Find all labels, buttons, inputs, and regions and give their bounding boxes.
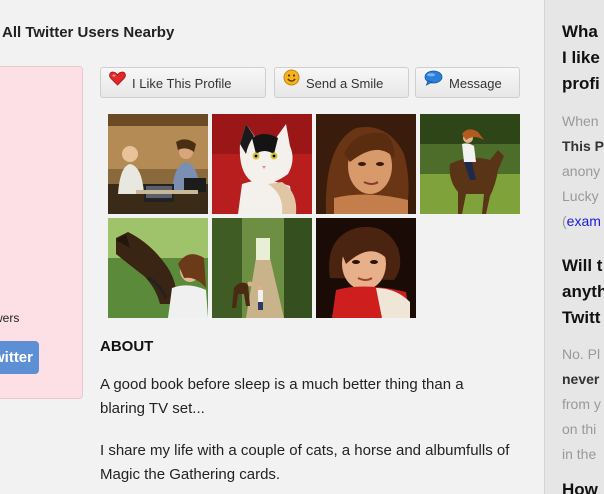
faq-answer-1-line-4: Lucky	[562, 188, 599, 204]
message-label: Message	[449, 76, 502, 92]
faq-question-2-line-2: anyth	[562, 282, 604, 301]
photo-people-at-laptops[interactable]	[108, 114, 208, 214]
faq-sidebar: Wha I like profi When This P anony Lucky…	[544, 0, 604, 494]
faq-question-2-line-1: Will t	[562, 256, 603, 275]
faq-answer-2-line-4: on thi	[562, 421, 597, 437]
about-heading: ABOUT	[100, 338, 154, 355]
about-paragraph-2-line-2: Magic the Gathering cards.	[100, 466, 281, 483]
faq-question-1-line-2: I like	[562, 48, 600, 67]
faq-answer-1-line-1: When	[562, 113, 599, 129]
send-smile-button[interactable]: Send a Smile	[274, 67, 409, 98]
faq-answer-2-line-2: never	[562, 366, 599, 392]
photo-horse-rider[interactable]	[420, 114, 520, 214]
like-profile-button[interactable]: I Like This Profile	[100, 67, 266, 98]
photo-cat[interactable]	[212, 114, 312, 214]
faq-question-1-line-3: profi	[562, 74, 600, 93]
message-button[interactable]: Message	[415, 67, 520, 98]
faq-answer-2-line-5: in the	[562, 446, 597, 462]
faq-answer-1-line-3: anony	[562, 163, 601, 179]
smiley-icon	[283, 67, 300, 96]
photo-woman-portrait[interactable]	[316, 114, 416, 214]
photo-forest-path-horse[interactable]	[212, 218, 312, 318]
faq-question-1-line-1: Wha	[562, 22, 598, 41]
faq-answer-2-bold: never	[562, 371, 600, 387]
faq-answer-2-line-1: No. Pl	[562, 346, 601, 362]
photo-woman-red-scarf[interactable]	[316, 218, 416, 318]
like-profile-label: I Like This Profile	[132, 76, 232, 92]
about-paragraph-2-line-1: I share my life with a couple of cats, a…	[100, 442, 510, 459]
faq-question-3-line-1: How	[562, 480, 598, 494]
faq-answer-1-line-5: (exam	[562, 208, 601, 234]
faq-answer-1-line-2: This P	[562, 133, 604, 159]
faq-example-link[interactable]: exam	[567, 213, 601, 229]
speech-bubble-icon	[424, 67, 443, 96]
nearby-users-heading: All Twitter Users Nearby	[2, 24, 175, 41]
photo-woman-with-horse[interactable]	[108, 218, 208, 318]
faq-answer-2-line-3: from y	[562, 396, 601, 412]
about-paragraph-1-line-2: blaring TV set...	[100, 400, 205, 417]
heart-icon	[109, 67, 126, 96]
faq-question-2-line-3: Twitt	[562, 308, 601, 327]
faq-answer-1-bold: This P	[562, 138, 604, 154]
followers-count: wers	[0, 311, 20, 325]
follow-on-twitter-button[interactable]: witter	[0, 341, 39, 374]
about-paragraph-1-line-1: A good book before sleep is a much bette…	[100, 376, 464, 393]
send-smile-label: Send a Smile	[306, 76, 384, 92]
